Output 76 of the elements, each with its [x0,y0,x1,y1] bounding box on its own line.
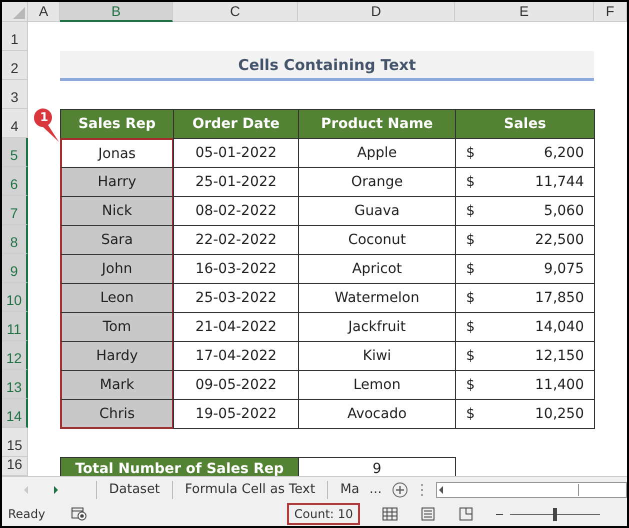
sheet-title: Cells Containing Text [60,51,594,81]
macro-record-icon[interactable] [71,507,88,521]
row-header[interactable]: 14 [2,399,28,428]
row-header[interactable]: 4 [2,109,28,138]
column-header[interactable]: B [60,2,173,22]
status-text: Ready [8,507,46,521]
table-cell[interactable]: Chris [60,399,174,429]
currency-symbol: $ [466,174,475,190]
add-sheet-icon[interactable] [392,482,408,498]
table-cell[interactable]: John [60,254,174,284]
table-header: Order Date [173,109,299,139]
scroll-left-icon[interactable] [436,484,445,494]
table-header: Sales Rep [60,109,174,139]
currency-symbol: $ [466,145,475,161]
row-header[interactable]: 10 [2,283,28,312]
row-header[interactable]: 3 [2,80,28,109]
table-cell[interactable]: Sara [60,225,174,255]
table-cell: 11,744 [535,174,584,190]
table-cell[interactable]: Leon [60,283,174,313]
table-cell[interactable]: Nick [60,196,174,226]
sheet-tab[interactable]: Formula Cell as Text [172,480,328,498]
table-cell[interactable]: Jonas [60,138,174,168]
table-cell: 12,150 [535,348,584,364]
currency-symbol: $ [466,203,475,219]
column-header[interactable]: F [594,2,627,22]
table-cell: 17,850 [535,290,584,306]
column-header[interactable]: D [298,2,455,22]
callout-number: 1 [40,110,48,124]
normal-view-icon[interactable] [382,507,398,521]
summary-value: 9 [298,457,456,476]
table-cell: 5,060 [544,203,584,219]
column-header[interactable]: C [173,2,298,22]
row-header[interactable]: 6 [2,167,28,196]
currency-symbol: $ [466,406,475,422]
column-header[interactable]: E [455,2,594,22]
table-cell[interactable]: Tom [60,312,174,342]
row-header[interactable]: 1 [2,22,28,51]
horizontal-scrollbar[interactable] [436,482,627,498]
page-break-icon[interactable] [458,507,474,521]
table-cell[interactable]: Hardy [60,341,174,371]
row-header[interactable]: 11 [2,312,28,341]
table-header: Sales [455,109,595,139]
page-layout-icon[interactable] [420,507,436,521]
row-header[interactable]: 15 [2,428,28,457]
table-cell: 6,200 [544,145,584,161]
currency-symbol: $ [466,348,475,364]
row-header[interactable]: 13 [2,370,28,399]
currency-symbol: $ [466,319,475,335]
column-header[interactable]: A [28,2,60,22]
table-cell: 22,500 [535,232,584,248]
currency-symbol: $ [466,290,475,306]
more-tabs[interactable]: ... [369,482,382,497]
scroll-right-icon[interactable] [52,484,60,494]
table-cell[interactable]: Harry [60,167,174,197]
row-header[interactable]: 5 [2,138,28,167]
table-cell: 10,250 [535,406,584,422]
table-cell: 9,075 [544,261,584,277]
sheet-tab[interactable]: Ma [327,480,372,498]
table-cell[interactable]: Mark [60,370,174,400]
row-header[interactable]: 12 [2,341,28,370]
count-indicator: Count: 10 [287,503,360,525]
currency-symbol: $ [466,377,475,393]
currency-symbol: $ [466,261,475,277]
drag-handle-icon[interactable] [420,482,424,496]
table-header: Product Name [298,109,456,139]
row-header[interactable]: 9 [2,254,28,283]
table-cell: 11,400 [535,377,584,393]
table-cell: 14,040 [535,319,584,335]
sheet-tab[interactable]: Dataset [96,480,172,498]
row-header[interactable]: 2 [2,51,28,80]
summary-label: Total Number of Sales Rep [60,457,299,476]
row-header[interactable]: 7 [2,196,28,225]
table-cell: 19-05-2022 [173,399,299,429]
row-header[interactable]: 16 [2,457,28,476]
row-header[interactable]: 8 [2,225,28,254]
currency-symbol: $ [466,232,475,248]
